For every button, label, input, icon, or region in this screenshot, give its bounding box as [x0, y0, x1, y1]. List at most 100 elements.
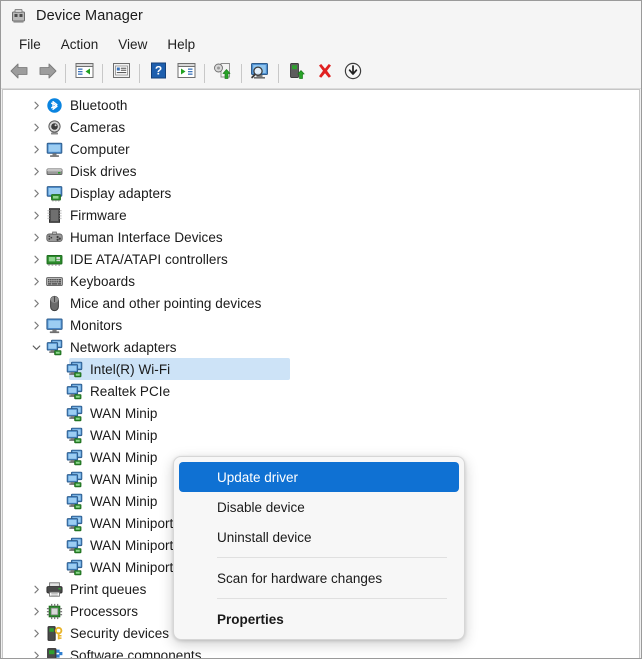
chevron-right-icon[interactable]	[28, 603, 44, 619]
tree-item-label: Print queues	[70, 581, 147, 597]
tree-item[interactable]: Mice and other pointing devices	[3, 292, 639, 314]
chevron-right-icon[interactable]	[28, 97, 44, 113]
chevron-right-icon[interactable]	[28, 581, 44, 597]
tree-item[interactable]: Keyboards	[3, 270, 639, 292]
context-menu-item[interactable]: Uninstall device	[179, 522, 459, 552]
chevron-right-icon[interactable]	[28, 185, 44, 201]
tree-item[interactable]: Bluetooth	[3, 94, 639, 116]
tree-item-label: Network adapters	[70, 339, 177, 355]
chevron-right-icon[interactable]	[28, 295, 44, 311]
network-adapter-icon	[46, 339, 63, 356]
toolbar-separator	[65, 63, 66, 83]
tree-item[interactable]: IDE ATA/ATAPI controllers	[3, 248, 639, 270]
device-tree-pane[interactable]: Bluetooth Cameras Computer Disk drives Displ…	[2, 89, 640, 658]
show-hide-action-pane-button[interactable]	[172, 60, 200, 86]
tree-item-label: WAN Minip	[90, 493, 158, 509]
security-device-icon	[46, 625, 63, 642]
update-driver-icon	[213, 62, 234, 85]
disk-drive-icon	[46, 163, 63, 180]
chevron-right-icon[interactable]	[28, 229, 44, 245]
toolbar-separator	[102, 63, 103, 83]
menu-help[interactable]: Help	[157, 35, 205, 55]
hid-icon	[46, 229, 63, 246]
uninstall-device-button[interactable]	[311, 60, 339, 86]
back-button[interactable]	[5, 60, 33, 86]
tree-item[interactable]: Display adapters	[3, 182, 639, 204]
network-adapter-icon	[66, 383, 83, 400]
update-driver-button[interactable]	[209, 60, 237, 86]
uninstall-device-icon	[316, 62, 334, 85]
chevron-right-icon[interactable]	[28, 119, 44, 135]
tree-item[interactable]: Human Interface Devices	[3, 226, 639, 248]
chevron-right-icon[interactable]	[28, 317, 44, 333]
tree-item[interactable]: Software components	[3, 644, 639, 658]
help-button[interactable]: ?	[144, 60, 172, 86]
chevron-right-icon[interactable]	[28, 207, 44, 223]
show-hide-console-tree-button[interactable]	[70, 60, 98, 86]
context-menu-item[interactable]: Disable device	[179, 492, 459, 522]
device-manager-window: Device Manager File Action View Help ? B…	[0, 0, 642, 659]
properties-button[interactable]	[107, 60, 135, 86]
tree-item[interactable]: Intel(R) Wi-Fi	[3, 358, 639, 380]
network-adapter-icon	[66, 449, 83, 466]
forward-icon	[37, 62, 58, 85]
tree-item-label: Intel(R) Wi-Fi	[90, 361, 171, 377]
display-adapter-icon	[46, 185, 63, 202]
context-menu-separator	[217, 598, 447, 599]
tree-item-label: Cameras	[70, 119, 126, 135]
tree-item[interactable]: Firmware	[3, 204, 639, 226]
tree-item[interactable]: WAN Minip	[3, 424, 639, 446]
processor-icon	[46, 603, 63, 620]
tree-item[interactable]: Computer	[3, 138, 639, 160]
context-menu-item[interactable]: Update driver	[179, 462, 459, 492]
chevron-right-icon[interactable]	[28, 163, 44, 179]
help-icon: ?	[150, 62, 167, 84]
tree-item[interactable]: Monitors	[3, 314, 639, 336]
toolbar-separator	[139, 63, 140, 83]
show-hide-action-pane-icon	[177, 62, 196, 84]
keyboard-icon	[46, 273, 63, 290]
chevron-down-icon[interactable]	[28, 339, 44, 355]
menu-action[interactable]: Action	[51, 35, 109, 55]
network-adapter-icon	[66, 361, 83, 378]
scan-for-hardware-changes-icon	[249, 62, 271, 85]
title-bar: Device Manager	[1, 1, 641, 31]
enable-device-button[interactable]	[283, 60, 311, 86]
svg-text:?: ?	[154, 64, 161, 78]
tree-item-label: WAN Minip	[90, 471, 158, 487]
tree-item-label: WAN Minip	[90, 405, 158, 421]
window-title: Device Manager	[36, 8, 143, 24]
tree-item-label: IDE ATA/ATAPI controllers	[70, 251, 228, 267]
camera-icon	[46, 119, 63, 136]
network-adapter-icon	[66, 471, 83, 488]
context-menu[interactable]: Update driver Disable device Uninstall dev…	[173, 456, 465, 640]
network-adapter-icon	[66, 493, 83, 510]
menu-view[interactable]: View	[108, 35, 157, 55]
chevron-right-icon[interactable]	[28, 647, 44, 658]
chevron-right-icon[interactable]	[28, 251, 44, 267]
tree-item-label: Computer	[70, 141, 130, 157]
network-adapter-icon	[66, 405, 83, 422]
monitor-icon	[46, 317, 63, 334]
tree-item[interactable]: Disk drives	[3, 160, 639, 182]
menu-file[interactable]: File	[9, 35, 51, 55]
context-menu-item[interactable]: Properties	[179, 604, 459, 634]
chevron-right-icon[interactable]	[28, 141, 44, 157]
tree-item[interactable]: WAN Minip	[3, 402, 639, 424]
device-manager-icon	[10, 8, 27, 25]
tree-item-label: Display adapters	[70, 185, 172, 201]
tree-item[interactable]: Network adapters	[3, 336, 639, 358]
tree-item-label: Monitors	[70, 317, 123, 333]
tree-item[interactable]: Cameras	[3, 116, 639, 138]
scan-for-hardware-changes-button[interactable]	[246, 60, 274, 86]
forward-button[interactable]	[33, 60, 61, 86]
context-menu-item[interactable]: Scan for hardware changes	[179, 563, 459, 593]
mouse-icon	[46, 295, 63, 312]
chevron-right-icon[interactable]	[28, 273, 44, 289]
download-button[interactable]	[339, 60, 367, 86]
tree-item[interactable]: Realtek PCIe	[3, 380, 639, 402]
firmware-icon	[46, 207, 63, 224]
network-adapter-icon	[66, 537, 83, 554]
tree-item-label: Software components	[70, 647, 202, 659]
chevron-right-icon[interactable]	[28, 625, 44, 641]
